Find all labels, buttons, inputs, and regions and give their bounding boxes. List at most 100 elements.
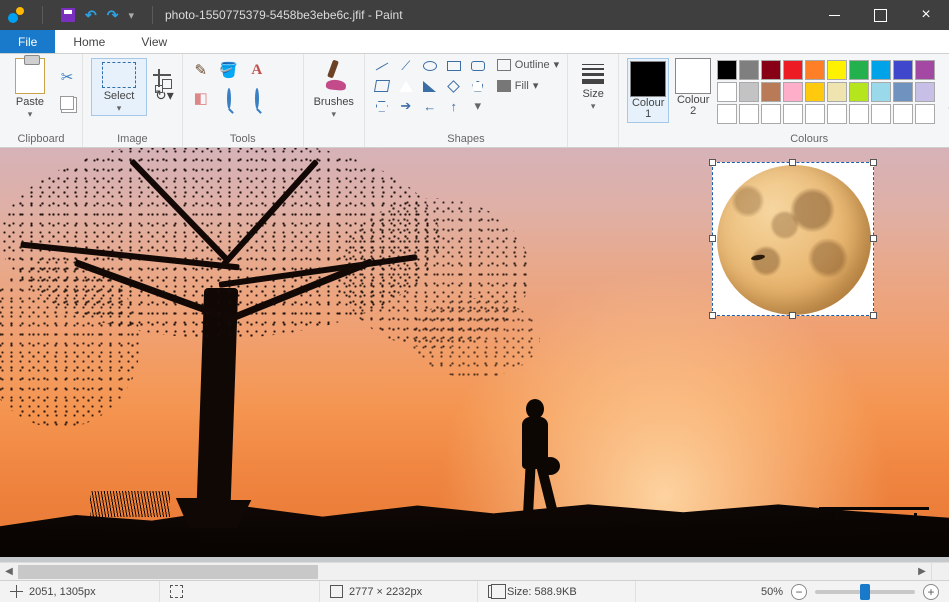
redo-icon[interactable]: ↷ xyxy=(107,7,119,24)
fill-icon xyxy=(497,80,511,92)
group-label-shapes: Shapes xyxy=(447,131,484,145)
group-shapes: ▾ Outline ▾ Fill ▾ Shapes xyxy=(365,54,568,147)
tab-file[interactable]: File xyxy=(0,30,55,53)
palette-swatch[interactable] xyxy=(915,60,935,80)
palette-swatch[interactable] xyxy=(739,104,759,124)
group-clipboard: Paste▾ ✂ Clipboard xyxy=(0,54,83,147)
minimize-button[interactable] xyxy=(811,0,857,30)
canvas-area[interactable]: ◀▶ xyxy=(0,148,949,580)
palette-swatch[interactable] xyxy=(783,82,803,102)
palette-swatch[interactable] xyxy=(805,104,825,124)
palette-swatch[interactable] xyxy=(915,82,935,102)
fill-tool-icon[interactable]: 🪣 xyxy=(219,61,238,79)
tree-silhouette xyxy=(0,148,490,558)
palette-swatch[interactable] xyxy=(849,82,869,102)
undo-icon[interactable]: ↶ xyxy=(85,7,97,24)
edit-colours-button[interactable]: Edit colours xyxy=(941,58,949,114)
tab-home[interactable]: Home xyxy=(55,30,123,53)
palette-swatch[interactable] xyxy=(827,60,847,80)
dimensions-icon xyxy=(330,585,343,598)
close-button[interactable]: × xyxy=(903,0,949,30)
magnifier-tool-icon[interactable] xyxy=(255,90,259,107)
zoom-in-button[interactable]: + xyxy=(923,584,939,600)
group-colours: Colour 1 Colour 2 Edit colours Colours xyxy=(619,54,949,147)
status-image-dimensions: 2777 × 2232px xyxy=(320,581,478,602)
select-button[interactable]: Select▾ xyxy=(91,58,147,116)
cut-icon[interactable]: ✂ xyxy=(61,68,74,86)
brush-icon xyxy=(316,58,352,94)
group-label-tools: Tools xyxy=(230,131,256,145)
selection-icon xyxy=(102,62,136,88)
status-cursor-pos: 2051, 1305px xyxy=(0,581,160,602)
palette-swatch[interactable] xyxy=(871,82,891,102)
brushes-button[interactable]: Brushes▾ xyxy=(312,58,356,120)
zoom-out-button[interactable]: − xyxy=(791,584,807,600)
group-label-clipboard: Clipboard xyxy=(17,131,64,145)
palette-swatch[interactable] xyxy=(893,82,913,102)
shapes-gallery[interactable]: ▾ xyxy=(373,58,487,114)
cursor-pos-icon xyxy=(10,585,23,598)
palette-swatch[interactable] xyxy=(739,60,759,80)
palette-swatch[interactable] xyxy=(827,82,847,102)
palette-swatch[interactable] xyxy=(761,60,781,80)
pencil-tool-icon[interactable]: ✎ xyxy=(194,61,207,79)
stroke-size-icon xyxy=(576,58,610,84)
palette-swatch[interactable] xyxy=(761,104,781,124)
palette-swatch[interactable] xyxy=(915,104,935,124)
palette-swatch[interactable] xyxy=(871,60,891,80)
palette-swatch[interactable] xyxy=(783,60,803,80)
group-label-colours: Colours xyxy=(790,131,828,145)
group-image: Select▾ ↻▾ Image xyxy=(83,54,183,147)
palette-swatch[interactable] xyxy=(717,82,737,102)
palette-swatch[interactable] xyxy=(893,104,913,124)
paint-app-icon xyxy=(8,7,24,23)
zoom-level: 50% xyxy=(761,586,783,598)
group-size: Size▾ xyxy=(568,54,619,147)
colour-palette[interactable] xyxy=(717,58,935,124)
palette-swatch[interactable] xyxy=(849,104,869,124)
shape-outline-button[interactable]: Outline ▾ xyxy=(497,58,559,71)
group-tools: ✎ 🪣 A ◧ Tools xyxy=(183,54,304,147)
palette-swatch[interactable] xyxy=(717,104,737,124)
zoom-controls: 50% − + xyxy=(751,584,949,600)
group-brushes: Brushes▾ xyxy=(304,54,365,147)
eraser-tool-icon[interactable]: ◧ xyxy=(194,89,208,107)
filesize-icon xyxy=(488,585,501,598)
window-title: photo-1550775379-5458be3ebe6c.jfif - Pai… xyxy=(161,8,811,22)
ribbon-tabs: File Home View xyxy=(0,30,949,54)
palette-swatch[interactable] xyxy=(805,82,825,102)
colour-2-button[interactable]: Colour 2 xyxy=(675,58,711,117)
palette-swatch[interactable] xyxy=(849,60,869,80)
copy-icon[interactable] xyxy=(60,96,74,110)
shape-fill-button[interactable]: Fill ▾ xyxy=(497,79,559,92)
text-tool-icon[interactable]: A xyxy=(251,62,262,79)
canvas-image[interactable] xyxy=(0,148,949,557)
pasted-selection[interactable] xyxy=(712,162,874,316)
bench-silhouette xyxy=(819,507,929,515)
ribbon: Paste▾ ✂ Clipboard Select▾ ↻▾ Image ✎ xyxy=(0,54,949,148)
palette-swatch[interactable] xyxy=(717,60,737,80)
horizontal-scrollbar[interactable]: ◀▶ xyxy=(0,562,931,580)
colour-1-swatch xyxy=(630,61,666,97)
palette-swatch[interactable] xyxy=(893,60,913,80)
colour-2-swatch xyxy=(675,58,711,94)
moon-image xyxy=(717,165,871,315)
group-label-image: Image xyxy=(117,131,148,145)
palette-swatch[interactable] xyxy=(805,60,825,80)
palette-swatch[interactable] xyxy=(827,104,847,124)
colour-1-button[interactable]: Colour 1 xyxy=(627,58,669,123)
palette-swatch[interactable] xyxy=(739,82,759,102)
paste-button[interactable]: Paste▾ xyxy=(8,58,52,120)
palette-swatch[interactable] xyxy=(871,104,891,124)
status-file-size: Size: 588.9KB xyxy=(478,581,636,602)
tab-view[interactable]: View xyxy=(123,30,185,53)
size-button[interactable]: Size▾ xyxy=(576,58,610,112)
maximize-button[interactable] xyxy=(857,0,903,30)
status-bar: 2051, 1305px 2777 × 2232px Size: 588.9KB… xyxy=(0,580,949,602)
outline-icon xyxy=(497,59,511,71)
save-icon[interactable] xyxy=(61,8,75,22)
zoom-slider[interactable] xyxy=(815,590,915,594)
palette-swatch[interactable] xyxy=(783,104,803,124)
palette-swatch[interactable] xyxy=(761,82,781,102)
picker-tool-icon[interactable] xyxy=(227,90,231,107)
